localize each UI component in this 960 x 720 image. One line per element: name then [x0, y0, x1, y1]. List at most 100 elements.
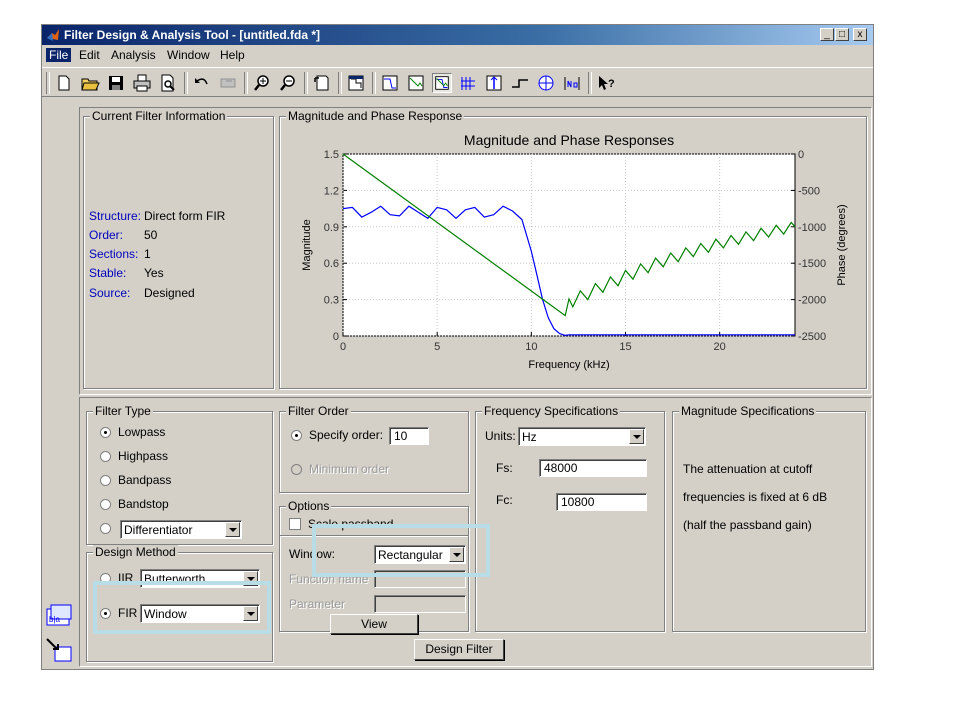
toolbar-separator	[338, 72, 342, 94]
impulse-icon[interactable]	[484, 73, 504, 93]
highlight-fir-window	[93, 581, 271, 634]
view-button[interactable]: View	[330, 614, 418, 634]
undo-icon[interactable]	[192, 73, 212, 93]
plot-area	[342, 153, 796, 337]
menu-bar: File Edit Analysis Window Help	[42, 45, 873, 65]
toolbar-separator	[244, 72, 248, 94]
highlight-window-type	[312, 524, 490, 577]
order-value: 50	[144, 228, 158, 242]
scale-passband-checkbox[interactable]	[289, 518, 301, 530]
toolbar-grip	[46, 72, 50, 94]
toolbar-separator	[588, 72, 592, 94]
specify-order-input[interactable]: 10	[389, 427, 429, 445]
coefficients-icon[interactable]	[562, 73, 582, 93]
fs-input[interactable]: 48000	[539, 459, 647, 477]
menu-analysis[interactable]: Analysis	[111, 48, 156, 62]
highpass-radio[interactable]	[100, 451, 111, 462]
frequency-specs-frame: Frequency Specifications Units: Hz Fs: 4…	[475, 404, 665, 632]
source-label: Source:	[89, 286, 131, 300]
toolbar-separator	[184, 72, 188, 94]
units-value: Hz	[522, 430, 537, 444]
other-type-value: Differentiator	[124, 523, 193, 537]
parameter-label: Parameter	[289, 597, 346, 611]
full-view-icon[interactable]	[312, 73, 332, 93]
menu-window[interactable]: Window	[167, 48, 210, 62]
bandstop-label: Bandstop	[118, 497, 169, 511]
current-filter-info-title: Current Filter Information	[90, 109, 228, 123]
chart-title: Magnitude and Phase Responses	[464, 132, 674, 148]
step-icon[interactable]	[510, 73, 530, 93]
toolbar-separator	[372, 72, 376, 94]
design-filter-mode-icon[interactable]: b|a	[45, 603, 73, 629]
magnitude-specs-title: Magnitude Specifications	[679, 404, 817, 418]
lowpass-label: Lowpass	[118, 425, 166, 439]
y-tick-label: 1.5	[324, 149, 339, 161]
whats-this-icon[interactable]: ?	[596, 73, 616, 93]
highpass-label: Highpass	[118, 449, 169, 463]
units-select[interactable]: Hz	[518, 427, 646, 446]
options-title: Options	[286, 499, 332, 513]
phase-icon[interactable]	[406, 73, 426, 93]
close-button[interactable]: x	[853, 28, 867, 41]
magnitude-note-line-1: The attenuation at cutoff	[683, 462, 813, 476]
source-value: Designed	[144, 286, 195, 300]
y-tick-label: 0.9	[324, 222, 339, 234]
magnitude-icon[interactable]	[380, 73, 400, 93]
magnitude-phase-chart[interactable]: 0 0.3 0.6 0.9 1.2 1.5 -2500 -2000 -1500 -1000 -500…	[280, 117, 866, 388]
x-tick-label: 10	[525, 341, 537, 353]
y2-tick-label: -2500	[798, 331, 826, 343]
print-icon[interactable]	[132, 73, 152, 93]
menu-file[interactable]: File	[46, 48, 72, 62]
specify-order-radio[interactable]	[291, 430, 302, 441]
stable-value: Yes	[144, 266, 164, 280]
y-tick-label: 0.3	[324, 295, 339, 307]
minimum-order-radio[interactable]	[291, 464, 302, 475]
title-bar[interactable]: Filter Design & Analysis Tool - [untitle…	[42, 25, 873, 45]
minimum-order-label: Minimum order	[309, 462, 390, 476]
filter-type-title: Filter Type	[93, 404, 153, 418]
import-filter-mode-icon[interactable]	[45, 637, 73, 663]
window-title: Filter Design & Analysis Tool - [untitle…	[64, 28, 321, 42]
x-tick-label: 15	[619, 341, 631, 353]
save-icon[interactable]	[106, 73, 126, 93]
zoom-in-icon[interactable]	[252, 73, 272, 93]
menu-edit[interactable]: Edit	[79, 48, 100, 62]
fc-input[interactable]: 10800	[556, 493, 647, 511]
magnitude-phase-icon[interactable]	[432, 73, 452, 93]
chevron-down-icon[interactable]	[629, 429, 644, 444]
print-preview-icon[interactable]	[158, 73, 178, 93]
order-label: Order:	[89, 228, 124, 242]
y2-tick-label: -1000	[798, 222, 826, 234]
y-tick-label: 0	[333, 331, 339, 343]
x-tick-label: 0	[340, 341, 346, 353]
fs-label: Fs:	[496, 461, 513, 475]
magnitude-specs-frame: Magnitude Specifications The attenuation…	[672, 404, 866, 632]
maximize-button[interactable]: □	[835, 28, 849, 41]
y-tick-label: 0.6	[324, 258, 339, 270]
redo-icon[interactable]	[218, 73, 238, 93]
lowpass-radio[interactable]	[100, 427, 111, 438]
parameter-input[interactable]	[374, 595, 466, 613]
x-tick-label: 5	[434, 341, 440, 353]
group-delay-icon[interactable]	[458, 73, 478, 93]
filter-type-frame: Filter Type Lowpass Highpass Bandpass Ba…	[86, 404, 273, 545]
other-type-select[interactable]: Differentiator	[120, 520, 242, 539]
magnitude-note-line-2: frequencies is fixed at 6 dB	[683, 490, 828, 504]
bandstop-radio[interactable]	[100, 499, 111, 510]
current-filter-info-frame: Current Filter Information Structure: Di…	[83, 109, 274, 389]
toolbar: ?	[42, 67, 873, 97]
other-type-radio[interactable]	[100, 523, 111, 534]
new-icon[interactable]	[54, 73, 74, 93]
pole-zero-icon[interactable]	[536, 73, 556, 93]
design-filter-button[interactable]: Design Filter	[414, 639, 504, 660]
zoom-out-icon[interactable]	[278, 73, 298, 93]
filter-order-frame: Filter Order Specify order: 10 Minimum o…	[279, 404, 469, 493]
filter-specs-icon[interactable]	[346, 73, 366, 93]
menu-help[interactable]: Help	[220, 48, 245, 62]
chevron-down-icon[interactable]	[225, 522, 240, 537]
open-icon[interactable]	[80, 73, 100, 93]
specify-order-label: Specify order:	[309, 428, 384, 442]
minimize-button[interactable]: _	[820, 28, 834, 41]
bandpass-radio[interactable]	[100, 475, 111, 486]
y-tick-label: 1.2	[324, 185, 339, 197]
